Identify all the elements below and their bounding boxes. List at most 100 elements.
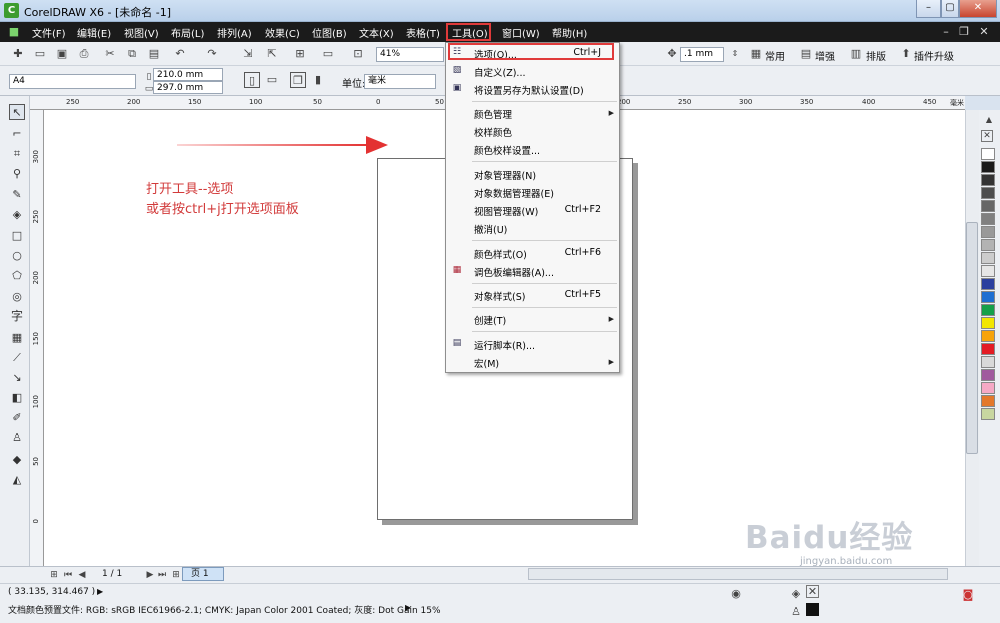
basic-shapes-tool-icon[interactable]: ◎ <box>9 289 25 305</box>
palette-swatch[interactable] <box>981 356 995 368</box>
menu-item-color-management[interactable]: 颜色管理 <box>474 107 512 121</box>
palette-swatch[interactable] <box>981 200 995 212</box>
menu-item-color-styles[interactable]: 颜色样式(O) <box>474 247 527 261</box>
eyedropper-tool-icon[interactable]: ✐ <box>9 410 25 426</box>
palette-swatch[interactable] <box>981 161 995 173</box>
menu-item-proof-color-settings[interactable]: 颜色校样设置... <box>474 143 540 157</box>
nudge-stepper-icon[interactable]: ⇕ <box>727 46 743 62</box>
close-doc-icon[interactable]: ✕ <box>976 24 992 40</box>
menu-item-run-script[interactable]: 运行脚本(R)... <box>474 338 535 352</box>
user-icon[interactable]: ◙ <box>960 587 976 603</box>
portrait-icon[interactable]: ▯ <box>244 72 260 88</box>
menu-item-object-styles[interactable]: 对象样式(S) <box>474 289 525 303</box>
interactive-fill-tool-icon[interactable]: ◭ <box>9 472 25 488</box>
landscape-icon[interactable]: ▭ <box>264 72 280 88</box>
menu-item-macros[interactable]: 宏(M) <box>474 356 499 370</box>
menu-help[interactable]: 帮助(H) <box>552 25 587 40</box>
menu-table[interactable]: 表格(T) <box>406 25 440 40</box>
menu-item-create[interactable]: 创建(T) <box>474 313 506 327</box>
pick-tool-icon[interactable]: ↖ <box>9 104 25 120</box>
menu-item-undo[interactable]: 撤消(U) <box>474 222 507 236</box>
zoom-tool-icon[interactable]: ⚲ <box>9 166 25 182</box>
palette-swatch[interactable] <box>981 213 995 225</box>
menu-layout[interactable]: 布局(L) <box>171 25 204 40</box>
menu-bitmaps[interactable]: 位图(B) <box>312 25 347 40</box>
rectangle-tool-icon[interactable]: □ <box>9 228 25 244</box>
menu-item-object-data-manager[interactable]: 对象数据管理器(E) <box>474 186 554 200</box>
paste-icon[interactable]: ▤ <box>146 46 162 62</box>
import-icon[interactable]: ⇲ <box>240 46 256 62</box>
palette-swatch[interactable] <box>981 239 995 251</box>
page-height-field[interactable]: 297.0 mm <box>153 81 223 94</box>
print-icon[interactable]: ⎙ <box>76 46 92 62</box>
close-button[interactable]: ✕ <box>959 0 997 18</box>
palette-swatch[interactable] <box>981 226 995 238</box>
menu-file[interactable]: 文件(F) <box>32 25 66 40</box>
palette-swatch[interactable] <box>981 330 995 342</box>
palette-swatch[interactable] <box>981 395 995 407</box>
undo-icon[interactable]: ↶ <box>172 46 188 62</box>
menu-view[interactable]: 视图(V) <box>124 25 159 40</box>
profile-expand-icon[interactable]: ▶ <box>405 603 411 612</box>
unit-select[interactable]: 毫米 <box>364 74 436 89</box>
palette-swatch[interactable] <box>981 408 995 420</box>
palette-swatch[interactable] <box>981 369 995 381</box>
menu-item-proof-colors[interactable]: 校样颜色 <box>474 125 512 139</box>
common-button[interactable]: 常用 <box>765 48 785 63</box>
palette-swatch[interactable] <box>981 265 995 277</box>
fill-tool-icon[interactable]: ◆ <box>9 452 25 468</box>
menu-item-view-manager[interactable]: 视图管理器(W) <box>474 204 538 218</box>
menu-item-palette-editor[interactable]: 调色板编辑器(A)... <box>474 265 554 279</box>
connector-tool-icon[interactable]: ↘ <box>9 370 25 386</box>
minimize-doc-icon[interactable]: – <box>938 24 954 40</box>
save-icon[interactable]: ▣ <box>54 46 70 62</box>
color-proof-icon[interactable]: ◉ <box>728 586 744 602</box>
menu-item-customize[interactable]: 自定义(Z)... <box>474 65 525 79</box>
all-pages-icon[interactable]: ❐ <box>290 72 306 88</box>
smart-fill-tool-icon[interactable]: ◈ <box>9 207 25 223</box>
no-fill-swatch-icon[interactable]: ✕ <box>806 585 819 598</box>
palette-swatch[interactable] <box>981 252 995 264</box>
copy-icon[interactable]: ⧉ <box>124 46 140 62</box>
palette-swatch[interactable] <box>981 278 995 290</box>
menu-item-object-manager[interactable]: 对象管理器(N) <box>474 168 536 182</box>
outline-tool-icon[interactable]: ♙ <box>9 430 25 446</box>
menu-edit[interactable]: 编辑(E) <box>77 25 111 40</box>
outline-color-swatch[interactable] <box>806 603 819 616</box>
menu-window[interactable]: 窗口(W) <box>502 25 540 40</box>
new-icon[interactable]: ✚ <box>10 46 26 62</box>
enhance-button[interactable]: 增强 <box>815 48 835 63</box>
dimension-tool-icon[interactable]: ⟋ <box>9 350 25 366</box>
redo-icon[interactable]: ↷ <box>204 46 220 62</box>
shape-tool-icon[interactable]: ⌐ <box>9 126 25 142</box>
palette-swatch[interactable] <box>981 291 995 303</box>
palette-swatch[interactable] <box>981 187 995 199</box>
horizontal-scrollbar[interactable] <box>528 568 948 580</box>
open-icon[interactable]: ▭ <box>32 46 48 62</box>
menu-effects[interactable]: 效果(C) <box>265 25 300 40</box>
menu-text[interactable]: 文本(X) <box>359 25 394 40</box>
color-profile-info[interactable]: 文档颜色预置文件: RGB: sRGB IEC61966-2.1; CMYK: … <box>8 603 441 616</box>
text-tool-icon[interactable]: 字 <box>9 308 25 324</box>
page-size-select[interactable]: A4 <box>9 74 136 89</box>
freehand-tool-icon[interactable]: ✎ <box>9 187 25 203</box>
menu-arrange[interactable]: 排列(A) <box>217 25 252 40</box>
current-page-icon[interactable]: ▮ <box>310 72 326 88</box>
layout-button[interactable]: 排版 <box>866 48 886 63</box>
vertical-scroll-thumb[interactable] <box>966 222 978 454</box>
prev-page-icon[interactable]: ◀ <box>74 567 90 583</box>
plugin-upgrade-button[interactable]: 插件升级 <box>914 48 954 63</box>
palette-swatch[interactable] <box>981 148 995 160</box>
palette-swatch[interactable] <box>981 343 995 355</box>
expand-status-icon[interactable]: ▶ <box>97 587 103 596</box>
maximize-button[interactable]: ▢ <box>941 0 959 18</box>
export-icon[interactable]: ⇱ <box>264 46 280 62</box>
table-tool-icon[interactable]: ▦ <box>9 330 25 346</box>
palette-swatch[interactable] <box>981 174 995 186</box>
no-color-icon[interactable]: ✕ <box>981 130 993 142</box>
cut-icon[interactable]: ✂ <box>102 46 118 62</box>
polygon-tool-icon[interactable]: ⬠ <box>9 268 25 284</box>
ellipse-tool-icon[interactable]: ○ <box>9 248 25 264</box>
palette-swatch[interactable] <box>981 382 995 394</box>
palette-scroll-up-icon[interactable]: ▲ <box>981 112 997 128</box>
